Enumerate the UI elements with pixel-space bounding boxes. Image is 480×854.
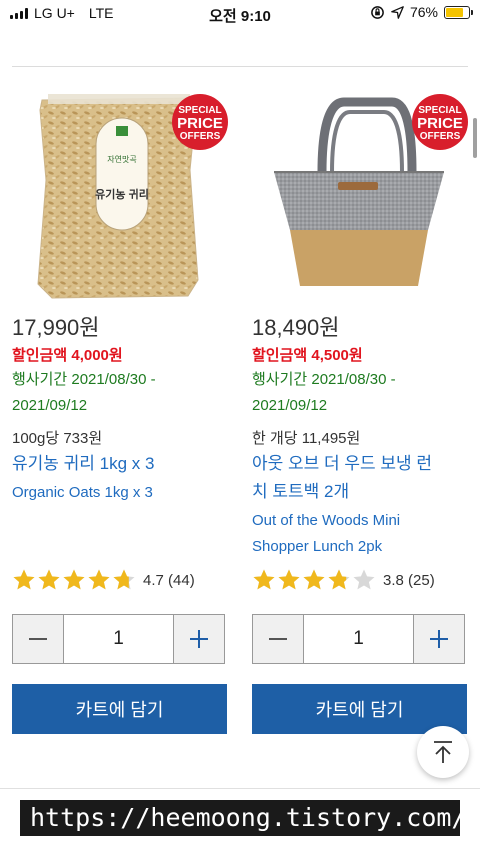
arrow-up-icon	[434, 741, 452, 763]
location-icon	[391, 5, 404, 19]
product-card: 자연맛곡 유기농 귀리 SPECIAL PRICE OFFERS 17,990원…	[12, 80, 228, 734]
star-icon	[353, 569, 375, 590]
scroll-to-top-button[interactable]	[417, 726, 469, 778]
star-icon	[278, 569, 300, 590]
star-icon	[63, 569, 85, 590]
rating-text: 4.7 (44)	[143, 571, 195, 589]
unit-price: 한 개당 11,495원	[252, 430, 361, 447]
product-name-en[interactable]: Out of the Woods Mini Shopper Lunch 2pk	[252, 508, 468, 560]
product-rating: 3.8 (25)	[252, 568, 435, 592]
quantity-stepper: 1	[12, 614, 225, 664]
quantity-input[interactable]: 1	[303, 615, 414, 663]
quantity-stepper: 1	[252, 614, 465, 664]
package-name-label: 유기농 귀리	[95, 187, 149, 201]
special-price-badge: SPECIAL PRICE OFFERS	[412, 94, 468, 150]
bottom-toolbar: https://heemoong.tistory.com/	[0, 796, 480, 854]
product-image-oats[interactable]: 자연맛곡 유기농 귀리 SPECIAL PRICE OFFERS	[12, 80, 228, 302]
increase-quantity-button[interactable]	[174, 615, 224, 663]
battery-percent: 76%	[409, 4, 438, 20]
decrease-quantity-button[interactable]	[253, 615, 303, 663]
star-icon	[328, 569, 350, 590]
status-bar: LG U+ LTE 오전 9:10 76%	[0, 0, 480, 28]
product-image-tote[interactable]: SPECIAL PRICE OFFERS	[252, 80, 468, 302]
star-icon	[88, 569, 110, 590]
star-icon	[113, 569, 135, 590]
product-price: 18,490원	[252, 315, 340, 340]
star-rating	[252, 568, 377, 592]
package-top-label: 자연맛곡	[107, 154, 136, 164]
bottom-divider	[0, 788, 480, 789]
discount-amount: 할인금액 4,000원	[12, 347, 123, 364]
promo-period: 행사기간 2021/08/30 - 2021/09/12	[12, 371, 156, 414]
star-icon	[303, 569, 325, 590]
top-divider	[12, 66, 468, 67]
product-name-ko[interactable]: 아웃 오브 더 우드 보냉 런 치 토트백 2개	[252, 450, 468, 506]
product-name-en[interactable]: Organic Oats 1kg x 3	[12, 480, 228, 506]
battery-icon	[444, 5, 473, 19]
product-card: SPECIAL PRICE OFFERS 18,490원 할인금액 4,500원…	[252, 80, 468, 734]
minus-icon	[29, 638, 47, 640]
plus-icon	[190, 630, 208, 648]
status-right: 76%	[370, 4, 473, 20]
star-icon	[13, 569, 35, 590]
plus-icon	[430, 630, 448, 648]
star-icon	[253, 569, 275, 590]
add-to-cart-button[interactable]: 카트에 담기	[12, 684, 227, 734]
star-icon	[38, 569, 60, 590]
star-rating	[12, 568, 137, 592]
increase-quantity-button[interactable]	[414, 615, 464, 663]
decrease-quantity-button[interactable]	[13, 615, 63, 663]
scrollbar[interactable]	[473, 118, 477, 158]
product-price: 17,990원	[12, 315, 100, 340]
watermark: https://heemoong.tistory.com/	[20, 800, 460, 836]
product-name-ko[interactable]: 유기농 귀리 1kg x 3	[12, 450, 228, 478]
special-price-badge: SPECIAL PRICE OFFERS	[172, 94, 228, 150]
quantity-input[interactable]: 1	[63, 615, 174, 663]
promo-period: 행사기간 2021/08/30 - 2021/09/12	[252, 371, 396, 414]
minus-icon	[269, 638, 287, 640]
unit-price: 100g당 733원	[12, 430, 103, 447]
discount-amount: 할인금액 4,500원	[252, 347, 363, 364]
product-rating: 4.7 (44)	[12, 568, 195, 592]
rating-text: 3.8 (25)	[383, 571, 435, 589]
orientation-lock-icon	[371, 5, 384, 19]
